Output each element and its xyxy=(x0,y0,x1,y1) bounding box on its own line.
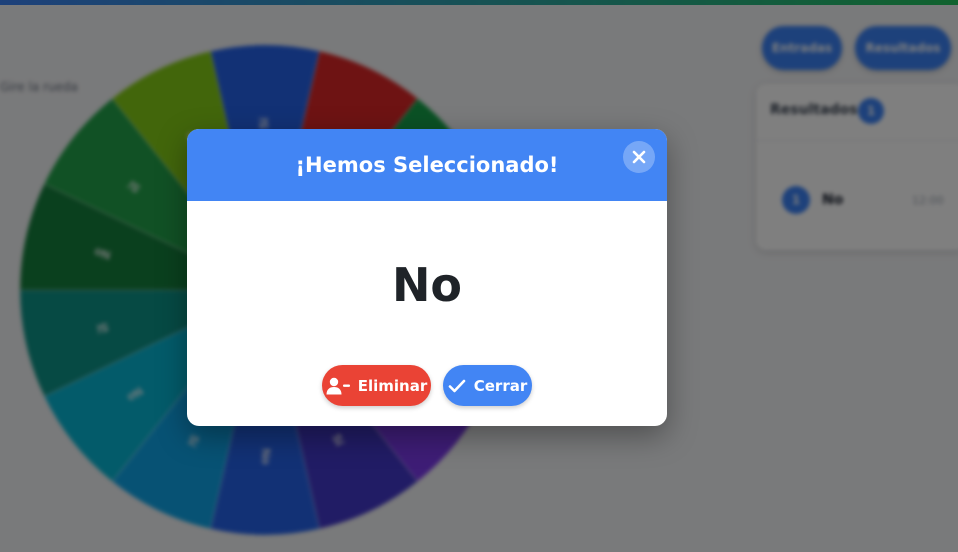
close-button-label: Cerrar xyxy=(473,376,528,395)
close-icon xyxy=(632,150,646,164)
remove-button[interactable]: Eliminar xyxy=(322,365,431,406)
modal-title: ¡Hemos Seleccionado! xyxy=(295,153,559,177)
selection-modal: ¡Hemos Seleccionado! No Eliminar Cerrar xyxy=(187,129,667,426)
page: SíNoSíNoSíNoSíNoSíNoSíNoSíNo Gire la rue… xyxy=(0,0,958,552)
selected-value: No xyxy=(391,258,463,312)
close-button[interactable]: Cerrar xyxy=(443,365,532,406)
modal-header: ¡Hemos Seleccionado! xyxy=(187,129,667,201)
user-minus-icon xyxy=(326,377,350,395)
check-icon xyxy=(448,379,466,393)
remove-button-label: Eliminar xyxy=(357,376,428,395)
modal-close-button[interactable] xyxy=(623,141,655,173)
